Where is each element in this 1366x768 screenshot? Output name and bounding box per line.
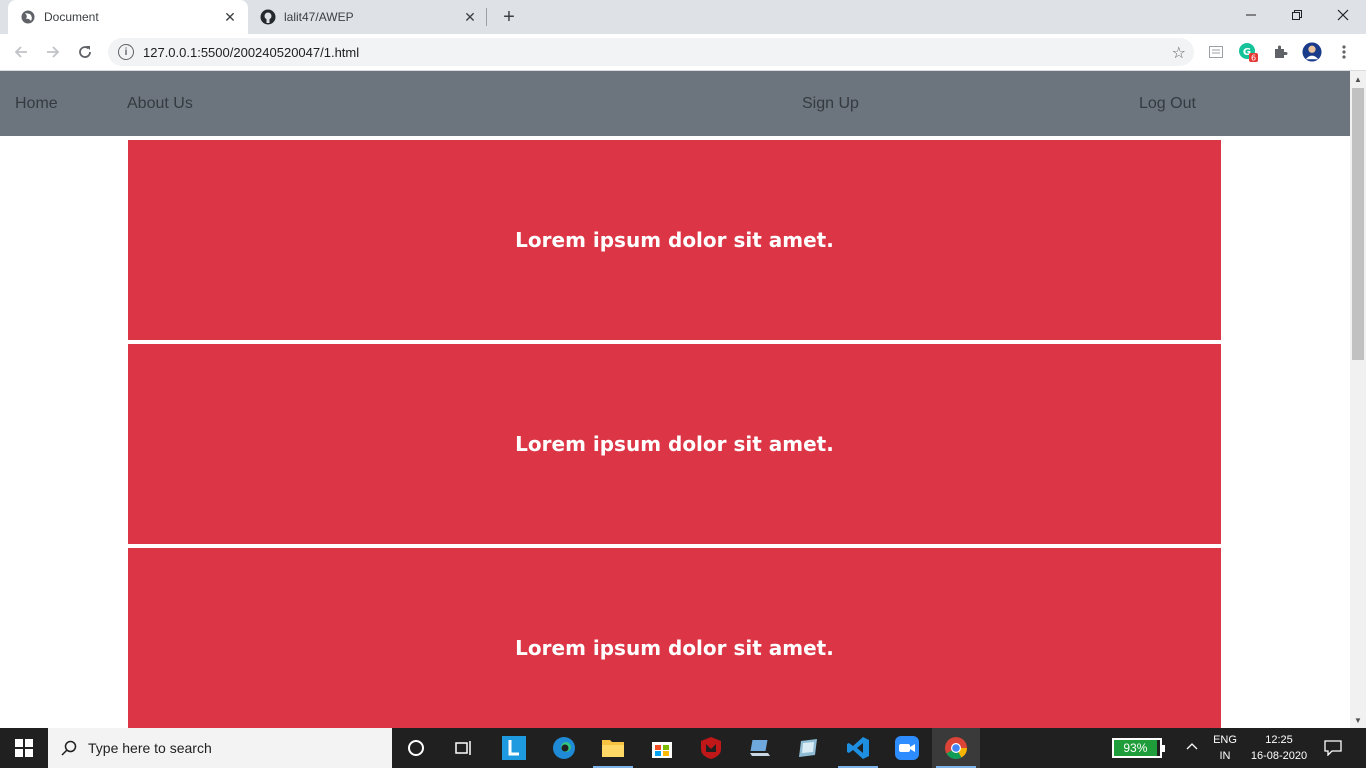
mcafee-icon[interactable] bbox=[687, 728, 735, 768]
windows-taskbar: Type here to search 93% ENG IN 12:25 16-… bbox=[0, 728, 1366, 768]
grammarly-extension-icon[interactable]: G6 bbox=[1238, 42, 1258, 62]
search-placeholder: Type here to search bbox=[88, 740, 212, 756]
close-tab-icon[interactable]: ✕ bbox=[220, 7, 240, 27]
store-icon[interactable] bbox=[638, 728, 686, 768]
clock-time: 12:25 bbox=[1265, 734, 1293, 746]
globe-icon bbox=[20, 9, 36, 25]
vscode-icon[interactable] bbox=[834, 728, 882, 768]
language-region: IN bbox=[1219, 750, 1231, 762]
tab-github[interactable]: lalit47/AWEP ✕ bbox=[248, 0, 488, 34]
scrollbar-thumb[interactable] bbox=[1352, 88, 1364, 360]
battery-percent: 93% bbox=[1114, 740, 1157, 756]
action-center-icon[interactable] bbox=[1318, 736, 1348, 760]
browser-toolbar: i 127.0.0.1:5500/200240520047/1.html ☆ G… bbox=[0, 34, 1366, 71]
page-viewport: Home About Us Sign Up Log Out Lorem ipsu… bbox=[0, 71, 1350, 728]
nav-logout-link[interactable]: Log Out bbox=[1139, 95, 1196, 113]
chrome-icon[interactable] bbox=[932, 728, 980, 768]
windows-logo-icon bbox=[15, 739, 33, 757]
search-icon bbox=[60, 739, 78, 757]
reload-button[interactable] bbox=[72, 39, 98, 65]
show-hidden-icons-chevron-icon[interactable] bbox=[1186, 739, 1198, 753]
url-text[interactable]: 127.0.0.1:5500/200240520047/1.html bbox=[143, 45, 359, 60]
battery-indicator[interactable]: 93% bbox=[1112, 738, 1165, 758]
tab-document[interactable]: Document ✕ bbox=[8, 0, 248, 34]
close-tab-icon[interactable]: ✕ bbox=[460, 7, 480, 27]
file-explorer-icon[interactable] bbox=[589, 728, 637, 768]
browser-tab-strip: Document ✕ lalit47/AWEP ✕ + bbox=[0, 0, 1366, 34]
cortana-icon[interactable] bbox=[392, 728, 440, 768]
clock-date: 16-08-2020 bbox=[1250, 750, 1308, 762]
minimize-button[interactable] bbox=[1228, 0, 1274, 30]
github-icon bbox=[260, 9, 276, 25]
scroll-up-arrow-icon[interactable]: ▲ bbox=[1350, 71, 1366, 87]
windows-start-button[interactable] bbox=[0, 728, 48, 768]
language-code: ENG bbox=[1213, 734, 1237, 746]
extensions-puzzle-icon[interactable] bbox=[1270, 42, 1290, 62]
tab-separator bbox=[486, 8, 487, 26]
site-navbar: Home About Us Sign Up Log Out bbox=[0, 71, 1350, 136]
tab-title: Document bbox=[44, 10, 99, 24]
reader-mode-icon[interactable] bbox=[1206, 42, 1226, 62]
task-view-icon[interactable] bbox=[440, 728, 488, 768]
chrome-menu-icon[interactable] bbox=[1334, 42, 1354, 62]
new-tab-button[interactable]: + bbox=[497, 5, 521, 29]
laptop-app-icon[interactable] bbox=[736, 728, 784, 768]
profile-avatar[interactable] bbox=[1302, 42, 1322, 62]
language-indicator[interactable]: ENG IN bbox=[1208, 732, 1242, 764]
extension-badge: 6 bbox=[1251, 54, 1256, 63]
content-card: Lorem ipsum dolor sit amet. bbox=[128, 548, 1221, 728]
address-bar[interactable]: i 127.0.0.1:5500/200240520047/1.html ☆ bbox=[108, 38, 1194, 66]
restore-button[interactable] bbox=[1274, 0, 1320, 30]
scroll-down-arrow-icon[interactable]: ▼ bbox=[1350, 712, 1366, 728]
content-card: Lorem ipsum dolor sit amet. bbox=[128, 344, 1221, 544]
content-card: Lorem ipsum dolor sit amet. bbox=[128, 140, 1221, 340]
nav-about-link[interactable]: About Us bbox=[127, 95, 193, 113]
tab-title: lalit47/AWEP bbox=[284, 10, 354, 24]
close-window-button[interactable] bbox=[1320, 0, 1366, 30]
card-text: Lorem ipsum dolor sit amet. bbox=[515, 432, 834, 456]
taskbar-clock[interactable]: 12:25 16-08-2020 bbox=[1244, 732, 1314, 764]
back-button[interactable] bbox=[8, 39, 34, 65]
nav-home-link[interactable]: Home bbox=[15, 95, 58, 113]
page-scrollbar[interactable]: ▲ ▼ bbox=[1350, 71, 1366, 728]
edge-icon[interactable] bbox=[540, 728, 588, 768]
site-info-icon[interactable]: i bbox=[118, 44, 134, 60]
bookmark-star-icon[interactable]: ☆ bbox=[1172, 43, 1186, 63]
app-l-icon[interactable] bbox=[490, 728, 538, 768]
forward-button[interactable] bbox=[40, 39, 66, 65]
card-text: Lorem ipsum dolor sit amet. bbox=[515, 228, 834, 252]
app-tile-icon[interactable] bbox=[785, 728, 833, 768]
card-text: Lorem ipsum dolor sit amet. bbox=[515, 636, 834, 660]
zoom-icon[interactable] bbox=[883, 728, 931, 768]
taskbar-search-box[interactable]: Type here to search bbox=[48, 728, 392, 768]
nav-signup-link[interactable]: Sign Up bbox=[802, 95, 859, 113]
